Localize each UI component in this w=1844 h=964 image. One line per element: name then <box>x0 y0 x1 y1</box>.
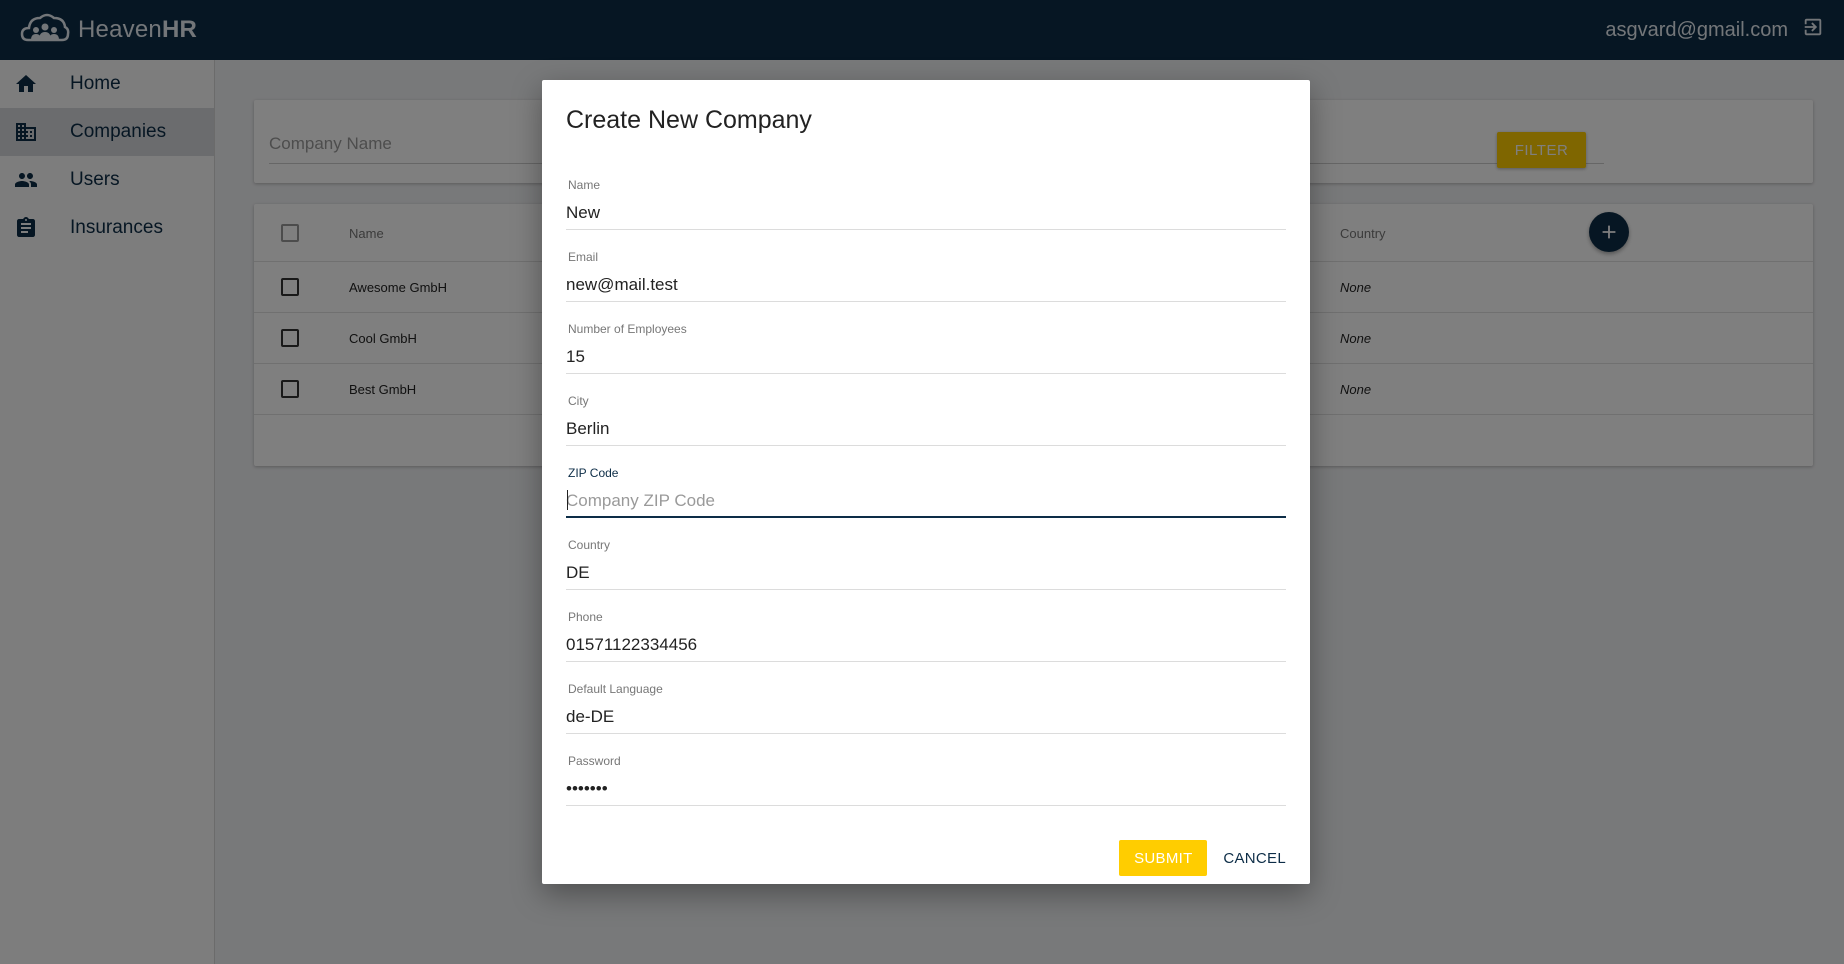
country-input[interactable] <box>566 560 1286 586</box>
field-underline <box>566 301 1286 302</box>
field-underline <box>566 805 1286 806</box>
name-input[interactable] <box>566 200 1286 226</box>
phone-field: Phone <box>566 610 1286 670</box>
password-field: Password <box>566 754 1286 814</box>
field-underline <box>566 445 1286 446</box>
field-label: Default Language <box>568 682 663 696</box>
field-underline <box>566 733 1286 734</box>
password-input[interactable] <box>566 776 1286 802</box>
default-language-field: Default Language <box>566 682 1286 742</box>
cancel-button[interactable]: CANCEL <box>1223 840 1286 876</box>
submit-button[interactable]: SUBMIT <box>1119 840 1208 876</box>
city-field: City <box>566 394 1286 454</box>
field-underline <box>566 661 1286 662</box>
field-label: ZIP Code <box>568 466 619 480</box>
city-input[interactable] <box>566 416 1286 442</box>
email-field: Email <box>566 250 1286 310</box>
field-underline <box>566 373 1286 374</box>
field-underline <box>566 229 1286 230</box>
field-label: City <box>568 394 589 408</box>
field-underline <box>566 589 1286 590</box>
field-label: Phone <box>568 610 603 624</box>
phone-input[interactable] <box>566 632 1286 658</box>
email-input[interactable] <box>566 272 1286 298</box>
zip-code-input[interactable] <box>566 488 1286 514</box>
field-label: Country <box>568 538 611 552</box>
employees-input[interactable] <box>566 344 1286 370</box>
field-label: Name <box>568 178 601 192</box>
field-label: Password <box>568 754 621 768</box>
country-field: Country <box>566 538 1286 598</box>
zip-code-field: ZIP Code <box>566 466 1286 526</box>
field-label: Number of Employees <box>568 322 687 336</box>
name-field: Name <box>566 178 1286 238</box>
employees-field: Number of Employees <box>566 322 1286 382</box>
default-language-input[interactable] <box>566 704 1286 730</box>
dialog-actions: SUBMIT CANCEL <box>1119 840 1286 876</box>
field-label: Email <box>568 250 599 264</box>
text-cursor <box>567 490 568 510</box>
create-company-dialog: Create New Company Name Email Number of … <box>542 80 1310 884</box>
dialog-title: Create New Company <box>566 106 812 134</box>
field-underline <box>566 516 1286 518</box>
